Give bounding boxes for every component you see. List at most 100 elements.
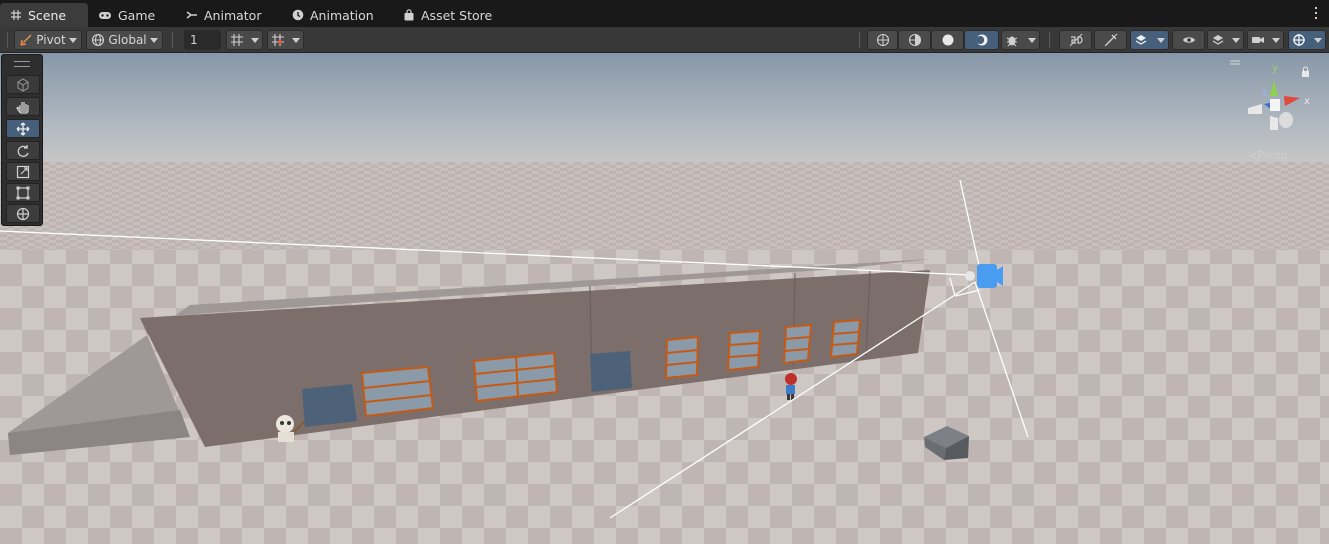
gizmo-menu-icon[interactable] (1226, 60, 1240, 65)
chevron-down-icon (1232, 37, 1240, 43)
increment-snapping-dropdown[interactable] (267, 30, 304, 50)
clock-icon (292, 9, 304, 21)
camera-settings-dropdown[interactable] (1247, 30, 1284, 50)
grid-icon (11, 10, 21, 20)
chevron-down-icon (69, 37, 77, 43)
global-dropdown[interactable]: Global (86, 30, 163, 50)
persp-label: Persp (1257, 149, 1288, 162)
camera-icon (1252, 37, 1264, 43)
rotate-tool-button[interactable] (6, 141, 40, 160)
scene-render (0, 53, 1329, 544)
tab-animator-label: Animator (204, 7, 262, 23)
door (590, 351, 632, 392)
layers-dropdown[interactable] (1207, 30, 1244, 50)
debug-draw-dropdown[interactable] (1001, 30, 1040, 50)
wireframe-icon (876, 33, 889, 47)
layers-effects-icon (1135, 35, 1147, 45)
transform-icon (16, 207, 30, 220)
global-label: Global (108, 33, 147, 47)
tab-game-label: Game (118, 7, 156, 23)
draw-mode-button[interactable] (867, 30, 898, 50)
door (302, 384, 357, 427)
chevron-down-icon (150, 37, 158, 43)
layers-icon (1212, 35, 1224, 45)
shaded-wireframe-button[interactable] (898, 30, 931, 50)
palette-grip-icon[interactable] (14, 61, 30, 67)
hand-tool-button[interactable] (6, 97, 40, 116)
persp-arrow-icon: < (1248, 149, 1258, 162)
move-tool-button[interactable] (6, 119, 40, 138)
grid-size-value: 1 (190, 33, 198, 47)
scale-tool-button[interactable] (6, 162, 40, 181)
pivot-label: Pivot (36, 33, 66, 47)
x-axis-label: x (1304, 96, 1310, 107)
toolbar-separator (1049, 32, 1050, 48)
lighting-toggle-button[interactable] (1094, 30, 1127, 50)
grid-size-input[interactable]: 1 (184, 30, 221, 50)
shaded-wireframe-icon (908, 33, 921, 47)
unlit-button[interactable] (964, 30, 999, 50)
toolbar-separator (7, 32, 8, 48)
neg-x-cone (1248, 104, 1262, 114)
chevron-down-icon (1314, 37, 1322, 43)
2d-toggle-button[interactable] (1059, 30, 1092, 50)
z-axis-label: z (1262, 88, 1267, 99)
toolbar-separator (172, 32, 173, 48)
chevron-down-icon (1157, 37, 1165, 43)
tab-scene-label: Scene (28, 7, 67, 23)
gamepad-icon (99, 12, 111, 19)
rect-tool-button[interactable] (6, 183, 40, 202)
pivot-icon (20, 34, 32, 46)
more-options-icon[interactable] (1311, 5, 1321, 21)
tab-animation-label: Animation (310, 7, 374, 23)
gizmo-center-cube[interactable] (1270, 99, 1280, 111)
tab-scene[interactable]: Scene (0, 3, 88, 27)
tab-asset-store[interactable]: Asset Store (393, 3, 502, 27)
gizmos-icon (1293, 34, 1305, 46)
globe-icon (91, 33, 105, 47)
scene-toolbar: Pivot Global 1 (0, 27, 1329, 53)
ground-far (0, 162, 1329, 252)
view-tool-cube[interactable] (6, 75, 40, 94)
gizmos-dropdown[interactable] (1288, 30, 1326, 50)
increment-snap-icon (272, 34, 284, 46)
rotate-icon (17, 144, 29, 157)
rect-transform-icon (16, 186, 30, 199)
scene-visibility-button[interactable] (1172, 30, 1205, 50)
lock-icon[interactable] (1302, 66, 1309, 77)
moon-icon (975, 34, 987, 46)
tools-palette (1, 54, 43, 226)
move-arrows-icon (16, 122, 30, 135)
bug-icon (1006, 36, 1018, 47)
cube-icon (17, 77, 29, 92)
tab-asset-store-label: Asset Store (421, 7, 493, 23)
tab-game[interactable]: Game (88, 3, 165, 27)
grid-snap-icon (231, 34, 243, 46)
chevron-down-icon (251, 37, 259, 43)
tab-animator[interactable]: Animator (176, 3, 271, 27)
neg-z-cone (1279, 112, 1293, 128)
x-axis-cone (1284, 96, 1300, 106)
eye-icon (1182, 37, 1195, 43)
pivot-dropdown[interactable]: Pivot (14, 30, 82, 50)
effects-dropdown[interactable] (1130, 30, 1169, 50)
toolbar-separator (859, 32, 860, 48)
tab-bar: Scene Game Animator Animation Asset Stor… (0, 0, 1329, 27)
y-axis-cone (1270, 80, 1278, 96)
neg-y-cone (1270, 116, 1278, 130)
chevron-down-icon (292, 37, 300, 43)
hand-icon (16, 101, 29, 114)
chevron-down-icon (1028, 37, 1036, 43)
chevron-down-icon (1272, 37, 1280, 43)
grid-snapping-dropdown[interactable] (226, 30, 263, 50)
projection-toggle[interactable]: <Persp (1248, 149, 1287, 162)
bag-icon (404, 9, 414, 21)
shaded-sphere-icon (942, 34, 953, 46)
transform-tool-button[interactable] (6, 204, 40, 223)
tab-animation[interactable]: Animation (282, 3, 384, 27)
2d-icon (1069, 33, 1083, 47)
scene-viewport[interactable] (0, 53, 1329, 544)
scale-icon (16, 165, 30, 178)
shaded-button[interactable] (931, 30, 964, 50)
lighting-off-icon (1104, 33, 1117, 47)
